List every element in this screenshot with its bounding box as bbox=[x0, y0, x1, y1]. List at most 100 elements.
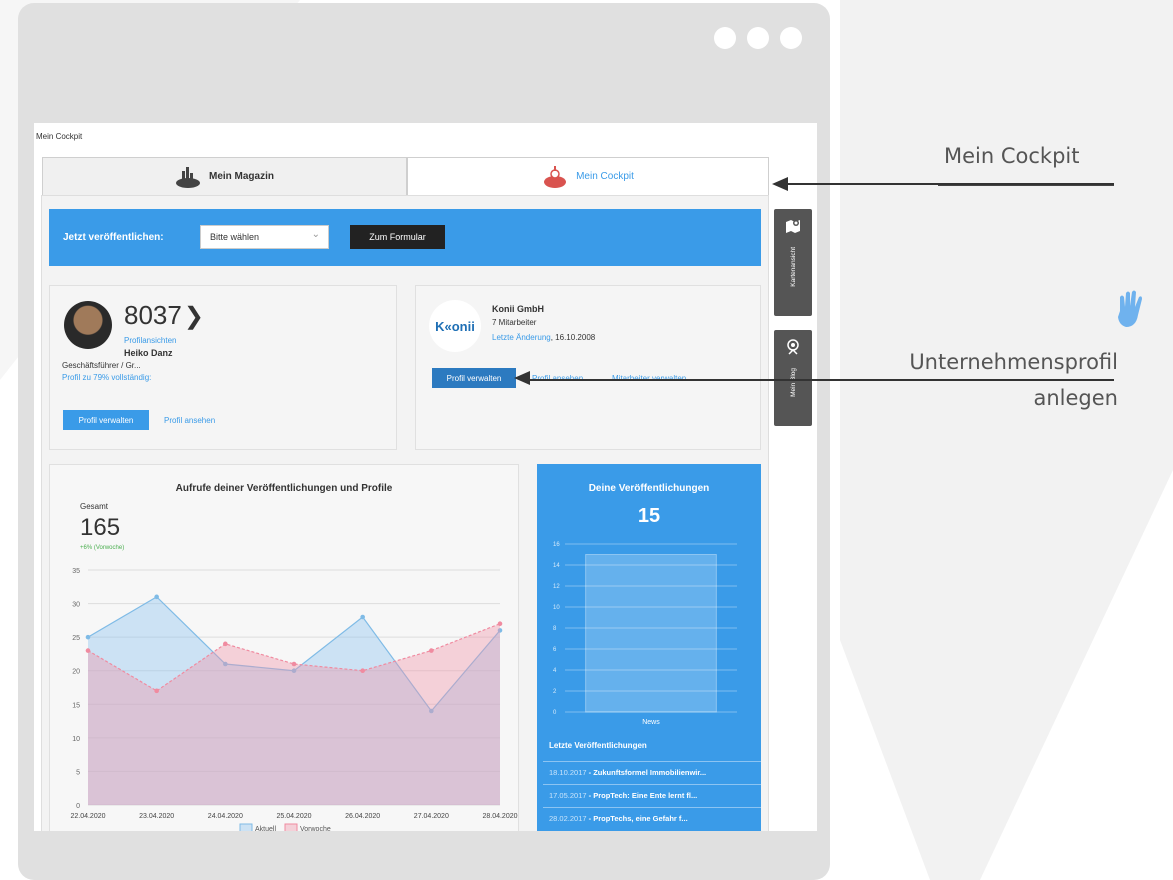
chart-title: Aufrufe deiner Veröffentlichungen und Pr… bbox=[175, 483, 393, 494]
x-tick-label: 23.04.2020 bbox=[139, 813, 174, 820]
view-profile-link[interactable]: Profil ansehen bbox=[164, 416, 215, 425]
company-logo: K«onii bbox=[429, 300, 481, 352]
y-tick-label: 10 bbox=[72, 736, 80, 743]
y-tick-label: 8 bbox=[553, 626, 557, 632]
y-tick-label: 6 bbox=[553, 647, 557, 653]
annotation-cockpit: Mein Cockpit bbox=[944, 144, 1080, 168]
company-profile-card: K«onii Konii GmbH 7 Mitarbeiter Letzte Ä… bbox=[415, 285, 761, 450]
cockpit-icon bbox=[544, 165, 567, 188]
manage-employees-link[interactable]: Mitarbeiter verwalten bbox=[612, 374, 686, 383]
publications-card: Deine Veröffentlichungen 15 0 2 4 6 8 10 12 14 1… bbox=[537, 464, 761, 831]
weekly-delta: +6% (Vorwoche) bbox=[80, 545, 125, 551]
window-dot[interactable] bbox=[780, 27, 802, 49]
data-point bbox=[497, 621, 503, 627]
recent-publication-item[interactable]: 17.05.2017 - PropTech: Eine Ente lernt f… bbox=[543, 784, 761, 806]
chevron-down-icon: ⌄ bbox=[311, 229, 320, 240]
y-tick-label: 14 bbox=[553, 563, 560, 569]
x-tick-label: 27.04.2020 bbox=[414, 813, 449, 820]
x-tick-label: 22.04.2020 bbox=[70, 813, 105, 820]
data-point bbox=[85, 634, 91, 640]
x-tick-label: 28.04.2020 bbox=[482, 813, 517, 820]
manage-profile-button[interactable]: Profil verwalten bbox=[63, 410, 149, 430]
y-tick-label: 2 bbox=[553, 689, 557, 695]
recent-publications-title: Letzte Veröffentlichungen bbox=[549, 741, 647, 750]
x-tick-label: 25.04.2020 bbox=[276, 813, 311, 820]
y-tick-label: 25 bbox=[72, 635, 80, 642]
total-value: 165 bbox=[80, 514, 121, 541]
window-dot[interactable] bbox=[747, 27, 769, 49]
person-name: Heiko Danz bbox=[124, 348, 173, 358]
window-dot[interactable] bbox=[714, 27, 736, 49]
side-tab-map-view[interactable]: Kartenansicht bbox=[774, 209, 812, 316]
publish-bar: Jetzt veröffentlichen: Bitte wählen ⌄ Zu… bbox=[49, 209, 761, 266]
blog-icon bbox=[787, 339, 799, 355]
y-tick-label: 0 bbox=[76, 803, 80, 810]
x-tick-label: News bbox=[642, 719, 660, 726]
data-point bbox=[85, 648, 91, 653]
x-tick-label: 26.04.2020 bbox=[345, 813, 380, 820]
last-change: Letzte Änderung, 16.10.2008 bbox=[492, 333, 596, 342]
avatar bbox=[64, 301, 112, 349]
side-tab-label: Kartenansicht bbox=[789, 247, 797, 287]
data-point bbox=[154, 688, 159, 694]
to-form-button[interactable]: Zum Formular bbox=[350, 225, 445, 249]
legend-label: Aktuell bbox=[255, 826, 276, 831]
waving-hand-icon bbox=[1118, 290, 1142, 327]
recent-publication-item[interactable]: 18.10.2017 - Zukunftsformel Immobilienwi… bbox=[543, 761, 761, 783]
select-value: Bitte wählen bbox=[210, 232, 260, 242]
magazine-city-icon bbox=[175, 166, 200, 188]
y-tick-label: 16 bbox=[553, 542, 560, 548]
annotation-company-profile: Unternehmensprofil anlegen bbox=[909, 350, 1118, 410]
manage-company-profile-button[interactable]: Profil verwalten bbox=[432, 368, 516, 388]
side-tab-my-blog[interactable]: Mein Blog bbox=[774, 330, 812, 426]
breadcrumb: Mein Cockpit bbox=[36, 132, 83, 141]
map-icon bbox=[786, 220, 800, 233]
person-role: Geschäftsführer / Gr... bbox=[62, 361, 141, 370]
tab-mein-magazin[interactable]: Mein Magazin bbox=[42, 157, 407, 195]
statistics-card: Aufrufe deiner Veröffentlichungen und Pr… bbox=[49, 464, 519, 831]
y-tick-label: 12 bbox=[553, 584, 560, 590]
employee-count: 7 Mitarbeiter bbox=[492, 318, 537, 327]
total-label: Gesamt bbox=[80, 502, 109, 511]
data-point bbox=[223, 641, 228, 647]
x-tick-label: 24.04.2020 bbox=[208, 813, 243, 820]
data-point bbox=[360, 614, 365, 620]
y-tick-label: 30 bbox=[72, 602, 80, 609]
chevron-right-icon: ❯ bbox=[183, 303, 204, 330]
tab-label: Mein Cockpit bbox=[576, 171, 634, 182]
y-tick-label: 5 bbox=[76, 769, 80, 776]
y-tick-label: 4 bbox=[553, 668, 557, 674]
publications-title: Deine Veröffentlichungen bbox=[588, 483, 710, 494]
publish-label: Jetzt veröffentlichen: bbox=[63, 232, 164, 243]
bar-news bbox=[585, 554, 717, 713]
recent-publication-item[interactable]: 28.02.2017 - PropTechs, eine Gefahr f... bbox=[543, 807, 761, 829]
publish-type-select[interactable]: Bitte wählen ⌄ bbox=[200, 225, 329, 249]
app-screen: Mein Cockpit Mein Magazin Mein Cockpit J… bbox=[34, 123, 817, 831]
view-company-profile-link[interactable]: Profil ansehen bbox=[532, 374, 583, 383]
y-tick-label: 15 bbox=[72, 702, 80, 709]
cockpit-content: Jetzt veröffentlichen: Bitte wählen ⌄ Zu… bbox=[41, 195, 769, 831]
y-tick-label: 20 bbox=[72, 669, 80, 676]
data-point bbox=[429, 648, 434, 653]
legend-label: Vorwoche bbox=[300, 826, 331, 831]
profile-views-count[interactable]: 8037❯ bbox=[124, 300, 204, 331]
data-point bbox=[360, 668, 365, 674]
data-point bbox=[154, 594, 159, 600]
annotation-underline bbox=[938, 184, 1114, 186]
legend-swatch bbox=[284, 823, 298, 831]
tab-mein-cockpit[interactable]: Mein Cockpit bbox=[407, 157, 769, 195]
personal-profile-card: 8037❯ Profilansichten Heiko Danz Geschäf… bbox=[49, 285, 397, 450]
publications-count: 15 bbox=[637, 505, 661, 527]
y-tick-label: 0 bbox=[553, 710, 557, 716]
views-area-chart: 0 5 10 15 20 25 30 35 22.04.2020 23.04.2020 24.04.… bbox=[70, 568, 518, 831]
side-tab-label: Mein Blog bbox=[789, 368, 797, 397]
data-point bbox=[291, 661, 297, 667]
y-tick-label: 35 bbox=[72, 568, 80, 575]
window-controls bbox=[714, 27, 802, 49]
company-name: Konii GmbH bbox=[492, 304, 544, 314]
publications-bar-chart: 0 2 4 6 8 10 12 14 16 News bbox=[553, 542, 737, 726]
profile-completeness-link[interactable]: Profil zu 79% vollständig: bbox=[62, 373, 151, 382]
tab-label: Mein Magazin bbox=[208, 171, 274, 182]
legend-swatch bbox=[239, 823, 253, 831]
profile-views-link[interactable]: Profilansichten bbox=[124, 336, 176, 345]
